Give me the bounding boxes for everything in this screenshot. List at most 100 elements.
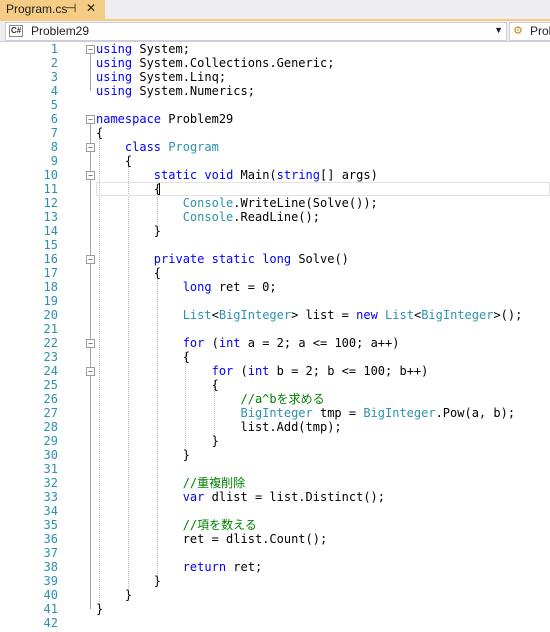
code-line[interactable]: 42 bbox=[0, 616, 550, 630]
code-line[interactable]: 13 Console.ReadLine(); bbox=[0, 210, 550, 224]
code-token: .WriteLine(Solve()); bbox=[233, 196, 378, 210]
line-number: 42 bbox=[43, 616, 58, 630]
code-line[interactable]: 16 private static long Solve() bbox=[0, 252, 550, 266]
code-line[interactable]: 39 } bbox=[0, 574, 550, 588]
line-number: 24 bbox=[43, 364, 58, 378]
code-line[interactable]: 11 { bbox=[0, 182, 550, 196]
code-token: Main( bbox=[233, 168, 277, 182]
line-number: 6 bbox=[50, 112, 58, 126]
code-line[interactable]: 40 } bbox=[0, 588, 550, 602]
code-line[interactable]: 8 class Program bbox=[0, 140, 550, 154]
line-number: 37 bbox=[43, 546, 58, 560]
code-line[interactable]: 29 } bbox=[0, 434, 550, 448]
chevron-down-icon[interactable]: ▼ bbox=[494, 25, 503, 35]
line-number: 19 bbox=[43, 294, 58, 308]
keyword-token: for bbox=[211, 364, 234, 378]
code-line[interactable]: 41} bbox=[0, 602, 550, 616]
code-token: tmp = bbox=[312, 406, 364, 420]
keyword-token: using bbox=[96, 84, 133, 98]
keyword-token: static bbox=[211, 252, 255, 266]
type-dropdown[interactable]: ⚙ Prob bbox=[509, 22, 550, 41]
pin-icon[interactable]: ⊣ bbox=[66, 1, 76, 15]
code-text: } bbox=[96, 224, 161, 238]
code-line[interactable]: 25 { bbox=[0, 378, 550, 392]
comment-token: //項を数える bbox=[182, 518, 257, 532]
code-line[interactable]: 19 bbox=[0, 294, 550, 308]
code-line[interactable]: 26 //a^bを求める bbox=[0, 392, 550, 406]
code-line[interactable]: 34 bbox=[0, 504, 550, 518]
code-line[interactable]: 14 } bbox=[0, 224, 550, 238]
code-line[interactable]: 6 namespace Problem29 bbox=[0, 112, 550, 126]
code-line[interactable]: 27 BigInteger tmp = BigInteger.Pow(a, b)… bbox=[0, 406, 550, 420]
code-line[interactable]: 9 { bbox=[0, 154, 550, 168]
code-line[interactable]: 4 using System.Numerics; bbox=[0, 84, 550, 98]
code-line[interactable]: 32 //重複削除 bbox=[0, 476, 550, 490]
code-text: static void Main(string[] args) bbox=[96, 168, 378, 182]
code-line[interactable]: 36 ret = dlist.Count(); bbox=[0, 532, 550, 546]
code-line[interactable]: 37 bbox=[0, 546, 550, 560]
code-line[interactable]: 24 for (int b = 2; b <= 100; b++) bbox=[0, 364, 550, 378]
line-number: 21 bbox=[43, 322, 58, 336]
code-line[interactable]: 22 for (int a = 2; a <= 100; a++) bbox=[0, 336, 550, 350]
code-text: } bbox=[96, 434, 219, 448]
code-editor[interactable]: − − − − − − − 1 using System; 2 using System.Coll… bbox=[0, 42, 550, 632]
code-line[interactable]: 17 { bbox=[0, 266, 550, 280]
line-number: 31 bbox=[43, 462, 58, 476]
code-token: System.Collections.Generic; bbox=[132, 56, 335, 70]
tab-program-cs[interactable]: Program.cs ⊣ ✕ bbox=[0, 0, 105, 19]
code-line[interactable]: 18 long ret = 0; bbox=[0, 280, 550, 294]
code-token: .ReadLine(); bbox=[233, 210, 320, 224]
code-line[interactable]: 28 list.Add(tmp); bbox=[0, 420, 550, 434]
keyword-token: class bbox=[124, 140, 162, 154]
line-number: 29 bbox=[43, 434, 58, 448]
keyword-token: return bbox=[182, 560, 227, 574]
code-text: } bbox=[96, 588, 132, 602]
code-line[interactable]: 38 return ret; bbox=[0, 560, 550, 574]
code-token: Solve() bbox=[291, 252, 349, 266]
code-text: //重複削除 bbox=[96, 476, 245, 490]
code-token: { bbox=[96, 182, 162, 196]
code-line[interactable]: 31 bbox=[0, 462, 550, 476]
line-number: 3 bbox=[50, 70, 58, 84]
code-line[interactable]: 23 { bbox=[0, 350, 550, 364]
code-line[interactable]: 3 using System.Linq; bbox=[0, 70, 550, 84]
project-dropdown[interactable]: C# Problem29 ▼ bbox=[5, 22, 507, 41]
code-line[interactable]: 2 using System.Collections.Generic; bbox=[0, 56, 550, 70]
code-line[interactable]: 7{ bbox=[0, 126, 550, 140]
line-number: 10 bbox=[43, 168, 58, 182]
keyword-token: void bbox=[204, 168, 234, 182]
close-icon[interactable]: ✕ bbox=[86, 1, 96, 15]
code-text: { bbox=[96, 154, 132, 168]
line-number: 1 bbox=[50, 42, 58, 56]
code-token: { bbox=[96, 154, 133, 168]
code-line[interactable]: 1 using System; bbox=[0, 42, 550, 56]
keyword-token: using bbox=[96, 42, 133, 56]
code-line[interactable]: 10 static void Main(string[] args) bbox=[0, 168, 550, 182]
code-line[interactable]: 30 } bbox=[0, 448, 550, 462]
line-number: 23 bbox=[43, 350, 58, 364]
code-text: using System.Linq; bbox=[96, 70, 226, 84]
code-line[interactable]: 12 Console.WriteLine(Solve()); bbox=[0, 196, 550, 210]
code-text: for (int b = 2; b <= 100; b++) bbox=[96, 364, 429, 378]
code-line[interactable]: 20 List<BigInteger> list = new List<BigI… bbox=[0, 308, 550, 322]
code-line[interactable]: 15 bbox=[0, 238, 550, 252]
code-text: BigInteger tmp = BigInteger.Pow(a, b); bbox=[96, 406, 516, 420]
project-dropdown-label: Problem29 bbox=[31, 24, 90, 38]
code-line[interactable]: 21 bbox=[0, 322, 550, 336]
line-number: 26 bbox=[43, 392, 58, 406]
code-text: using System.Collections.Generic; bbox=[96, 56, 334, 70]
keyword-token: int bbox=[247, 364, 270, 378]
code-line[interactable]: 35 //項を数える bbox=[0, 518, 550, 532]
navigation-bar: C# Problem29 ▼ ⚙ Prob bbox=[0, 21, 550, 42]
code-line[interactable]: 5 bbox=[0, 98, 550, 112]
comment-token: //重複削除 bbox=[182, 476, 246, 490]
code-line[interactable]: 33 var dlist = list.Distinct(); bbox=[0, 490, 550, 504]
